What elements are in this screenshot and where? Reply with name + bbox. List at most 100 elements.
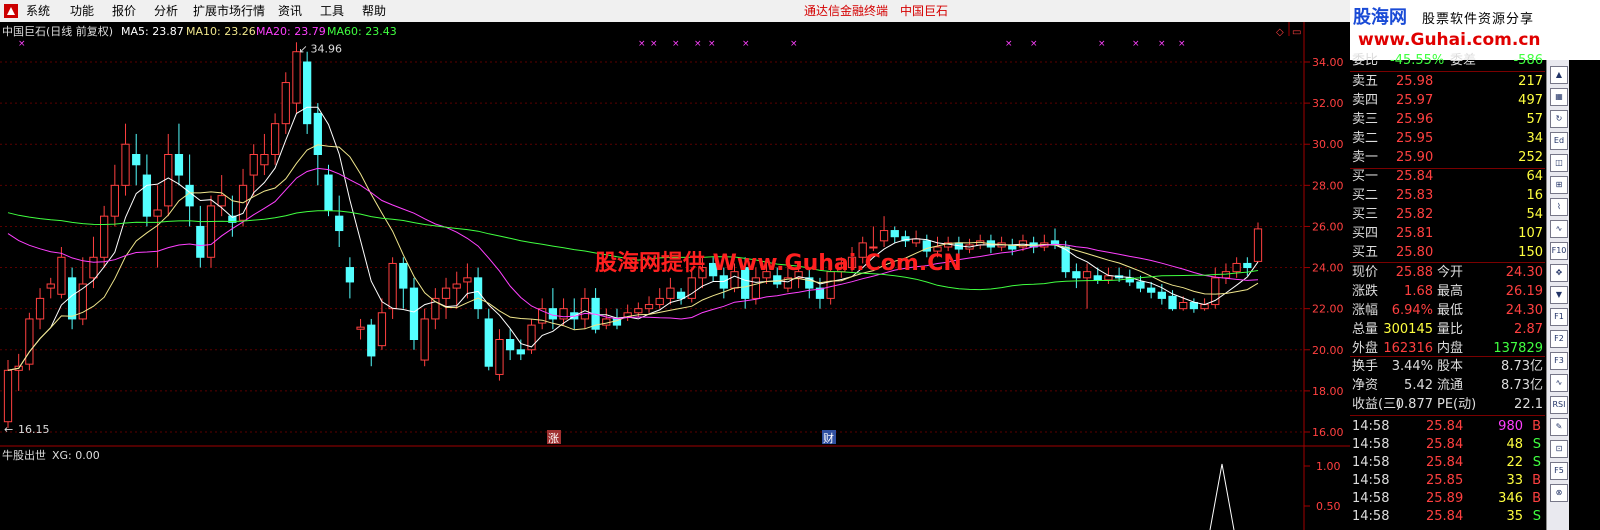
chart-corner-icon[interactable]: ◇ (1276, 27, 1284, 38)
candle-body (367, 324, 376, 357)
stat-value-2: 22.1 (1514, 397, 1543, 412)
ask-price: 25.96 (1396, 112, 1434, 127)
stat-value-2: 26.19 (1505, 284, 1543, 299)
ask-row: 卖五 25.98 217 (1350, 73, 1545, 91)
candle-body (1232, 262, 1241, 273)
tick-side: B (1532, 491, 1541, 506)
tool-icon[interactable]: F10 (1550, 242, 1568, 260)
candle-body (121, 143, 130, 186)
event-mark-icon: × (1132, 39, 1140, 49)
tool-icon[interactable]: F2 (1550, 330, 1568, 348)
ask-price: 25.90 (1396, 150, 1434, 165)
tool-icon[interactable]: Ed (1550, 132, 1568, 150)
tool-icon[interactable]: ↻ (1550, 110, 1568, 128)
stat-label-2: 量比 (1437, 322, 1464, 337)
menu-tools[interactable]: 工具 (320, 0, 344, 22)
tool-icon[interactable]: ◫ (1550, 154, 1568, 172)
weibi-value: -45.55% (1390, 53, 1445, 68)
ma10-label: MA10: 23.26 (186, 25, 256, 38)
candle-body (1243, 262, 1252, 269)
tick-price: 25.89 (1426, 491, 1464, 506)
indicator-value: XG: 0.00 (52, 449, 100, 462)
stat-value-2: 24.30 (1505, 265, 1543, 280)
y-tick-label: 16.00 (1312, 426, 1344, 439)
tool-icon[interactable]: ✎ (1550, 418, 1568, 436)
stat-label: 涨跌 (1352, 284, 1379, 299)
tool-icon[interactable]: F5 (1550, 462, 1568, 480)
tool-icon[interactable]: ▲ (1550, 66, 1568, 84)
ma60-label: MA60: 23.43 (327, 25, 397, 38)
stat-label-2: PE(动) (1437, 397, 1477, 412)
tool-icon[interactable]: ∿ (1550, 374, 1568, 392)
terminal-title: 通达信金融终端 (804, 4, 889, 18)
candle-body (260, 154, 269, 166)
candle-body (1179, 302, 1188, 310)
cai-marker[interactable]: 财 (823, 431, 834, 445)
menu-analysis[interactable]: 分析 (154, 0, 178, 22)
stat-value: 25.88 (1395, 265, 1433, 280)
tool-icon[interactable]: F1 (1550, 308, 1568, 326)
menu-function[interactable]: 功能 (70, 0, 94, 22)
stat-label-2: 最高 (1437, 284, 1464, 299)
candle-body (409, 287, 419, 341)
menu-extended-market[interactable]: 扩展市场行情 (193, 0, 265, 22)
tool-icon[interactable]: ▦ (1550, 88, 1568, 106)
tool-strip: ▲ ▦ ↻ Ed ◫ ⊞ ⌇ ∿ F10 ✥ ▼ F1 F2 F3 ∿ RSI ✎ ⊡ F5 ⊗ (1546, 60, 1569, 530)
tool-icon[interactable]: ▼ (1550, 286, 1568, 304)
candle-body (196, 225, 205, 258)
menu-system[interactable]: 系统 (26, 0, 50, 22)
stat-label: 收益(三) (1352, 397, 1402, 412)
banner-url: www.Guhai.com.cn (1358, 30, 1541, 50)
candle-body (153, 209, 162, 217)
kline-chart[interactable]: 34.00 32.00 30.00 28.00 26.00 24.00 22.00 20.00… (0, 22, 1350, 530)
tick-side: S (1532, 437, 1541, 452)
candle-body (377, 312, 387, 347)
tool-icon[interactable]: RSI (1550, 396, 1568, 414)
candle-body (1221, 271, 1231, 279)
menu-help[interactable]: 帮助 (362, 0, 386, 22)
event-mark-icon: × (742, 39, 750, 49)
panel-separator (1350, 71, 1545, 72)
tool-icon[interactable]: ⊗ (1550, 484, 1568, 502)
ask-volume: 497 (1518, 93, 1543, 108)
ask-volume: 34 (1526, 131, 1543, 146)
candle-body (1200, 304, 1209, 310)
bid-price: 25.83 (1396, 188, 1434, 203)
stat-label-2: 股本 (1437, 359, 1464, 374)
candle-body (580, 297, 590, 320)
menu-news[interactable]: 资讯 (278, 0, 302, 22)
candle-body (420, 318, 429, 361)
tool-icon[interactable]: ✥ (1550, 264, 1568, 282)
chart-title: 中国巨石(日线 前复权) (2, 24, 113, 38)
tick-price: 25.84 (1426, 455, 1464, 470)
stat-value-2: 8.73亿 (1501, 378, 1543, 393)
tool-icon[interactable]: ∿ (1550, 220, 1568, 238)
stat-row: 涨跌 1.68 最高 26.19 (1350, 283, 1545, 301)
stat-label: 总量 (1352, 322, 1379, 337)
candle (409, 277, 419, 350)
ask-price: 25.97 (1396, 93, 1434, 108)
tool-icon[interactable]: ⊞ (1550, 176, 1568, 194)
stat-value: 6.94% (1391, 303, 1433, 318)
tool-icon[interactable]: F3 (1550, 352, 1568, 370)
candle (206, 195, 216, 268)
low-price-label: 16.15 (18, 423, 50, 436)
candle-body (1136, 281, 1145, 289)
tool-icon[interactable]: ⊡ (1550, 440, 1568, 458)
ask-row: 卖四 25.97 497 (1350, 92, 1545, 110)
bid-label: 买一 (1352, 169, 1379, 184)
chart-expand-icon[interactable]: ▭ (1292, 27, 1301, 38)
app-logo-icon[interactable] (4, 4, 18, 18)
candle-body (356, 326, 365, 330)
ask-row: 卖三 25.96 57 (1350, 111, 1545, 129)
menu-quote[interactable]: 报价 (112, 0, 136, 22)
candle-body (35, 297, 45, 320)
zhang-marker[interactable]: 涨 (548, 432, 559, 445)
stat-row: 净资 5.42 流通 8.73亿 (1350, 377, 1545, 395)
tool-icon[interactable]: ⌇ (1550, 198, 1568, 216)
candle-body (324, 174, 333, 211)
stat-label-2: 最低 (1437, 303, 1464, 318)
ask-row: 卖一 25.90 252 (1350, 149, 1545, 167)
candle-body (1157, 291, 1166, 299)
bid-label: 买五 (1352, 245, 1379, 260)
